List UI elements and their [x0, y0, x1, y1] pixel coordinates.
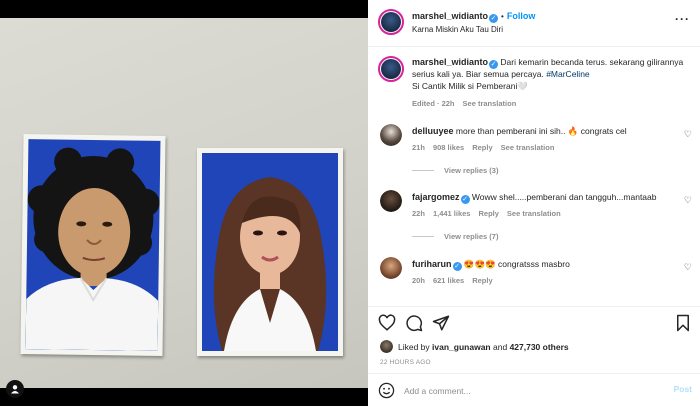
verified-badge-icon: ✓	[460, 195, 470, 204]
emoji-smiley-icon[interactable]	[378, 382, 395, 399]
see-translation-button[interactable]: See translation	[501, 143, 555, 152]
post-image[interactable]	[0, 18, 368, 388]
comment-likes[interactable]: 621 likes	[433, 276, 464, 285]
save-bookmark-icon[interactable]	[674, 314, 692, 332]
caption-meta: Edited · 22h See translation	[412, 99, 524, 108]
comment-bubble-icon[interactable]	[405, 314, 423, 332]
replies-divider	[412, 170, 434, 171]
liked-by-and: and	[493, 341, 508, 352]
liked-by-user[interactable]: ivan_gunawan	[432, 342, 491, 352]
likes-summary: Liked by ivan_gunawan and 427,730 others	[380, 340, 700, 353]
commenter-avatar[interactable]	[380, 124, 402, 146]
more-options-icon[interactable]: ···	[675, 12, 690, 26]
post-action-bar	[368, 306, 700, 336]
liked-by-prefix: Liked by	[398, 341, 430, 352]
commenter-username[interactable]: fajargomez	[412, 192, 460, 202]
see-translation-button[interactable]: See translation	[507, 209, 561, 218]
passport-photo-left	[20, 134, 166, 356]
reply-button[interactable]: Reply	[472, 143, 492, 152]
comment-text: more than pemberani ini sih.. 🔥 congrats…	[455, 126, 627, 136]
comment-meta: 22h 1,441 likes Reply See translation	[412, 209, 569, 218]
commenter-username[interactable]: delluuyee	[412, 126, 454, 136]
comment-time: 20h	[412, 276, 425, 285]
post-location[interactable]: Karna Miskin Aku Tau Diri	[412, 25, 503, 34]
post-caption: marshel_widianto ✓ Dari kemarin becanda t…	[412, 57, 692, 92]
view-replies-button[interactable]: View replies (7)	[412, 232, 498, 241]
caption-username[interactable]: marshel_widianto	[412, 57, 488, 67]
view-replies-label: View replies (7)	[444, 232, 499, 241]
likes-count-link[interactable]: 427,730 others	[510, 342, 569, 352]
verified-badge-icon: ✓	[452, 262, 462, 271]
comment-meta: 20h 621 likes Reply	[412, 276, 501, 285]
view-replies-button[interactable]: View replies (3)	[412, 166, 498, 175]
author-username[interactable]: marshel_widianto	[412, 11, 488, 21]
comment-time: 21h	[412, 143, 425, 152]
comment-time: 22h	[412, 209, 425, 218]
comment-text: Woww shel.....pemberani dan tangguh...ma…	[471, 192, 657, 202]
like-comment-heart-icon[interactable]: ♡	[684, 262, 692, 273]
like-comment-heart-icon[interactable]: ♡	[684, 195, 692, 206]
like-comment-heart-icon[interactable]: ♡	[684, 129, 692, 140]
verified-badge-icon: ✓	[489, 14, 499, 23]
post-details-panel: marshel_widianto ✓ • Follow Karna Miskin Ak…	[368, 0, 700, 406]
view-replies-label: View replies (3)	[444, 166, 499, 175]
caption-line-2: Si Cantik Milik si Pemberani🤍	[412, 80, 528, 91]
follow-button[interactable]: Follow	[507, 11, 536, 21]
caption-avatar[interactable]	[378, 56, 404, 82]
like-heart-icon[interactable]	[378, 314, 396, 332]
reply-button[interactable]: Reply	[478, 209, 498, 218]
verified-badge-icon: ✓	[489, 60, 499, 69]
add-comment-bar: Post	[368, 373, 700, 406]
comment-meta: 21h 908 likes Reply See translation	[412, 143, 562, 152]
comment-likes[interactable]: 908 likes	[433, 143, 464, 152]
passport-photo-right	[197, 148, 343, 356]
commenter-username[interactable]: furiharun	[412, 259, 452, 269]
commenter-avatar[interactable]	[380, 257, 402, 279]
comment-text: 😍😍😍 congratsss masbro	[463, 259, 570, 269]
tagged-users-icon[interactable]	[6, 380, 24, 398]
comments-section[interactable]: marshel_widianto ✓ Dari kemarin becanda t…	[368, 48, 700, 306]
share-send-icon[interactable]	[432, 314, 450, 332]
commenter-avatar[interactable]	[380, 190, 402, 212]
header-separator: •	[501, 12, 504, 21]
replies-divider	[412, 236, 434, 237]
post-timestamp[interactable]: 22 HOURS AGO	[380, 359, 431, 366]
add-comment-input[interactable]	[404, 383, 654, 399]
reply-button[interactable]: Reply	[472, 276, 492, 285]
author-avatar[interactable]	[378, 9, 404, 35]
hashtag-link[interactable]: #MarCeline	[546, 69, 589, 79]
post-media[interactable]	[0, 0, 368, 406]
caption-see-translation[interactable]: See translation	[463, 99, 517, 108]
comment-likes[interactable]: 1,441 likes	[433, 209, 471, 218]
post-comment-button[interactable]: Post	[674, 384, 692, 394]
post-header: marshel_widianto ✓ • Follow Karna Miskin Ak…	[368, 0, 700, 47]
caption-time: Edited · 22h	[412, 99, 455, 108]
liker-avatar[interactable]	[380, 340, 393, 353]
